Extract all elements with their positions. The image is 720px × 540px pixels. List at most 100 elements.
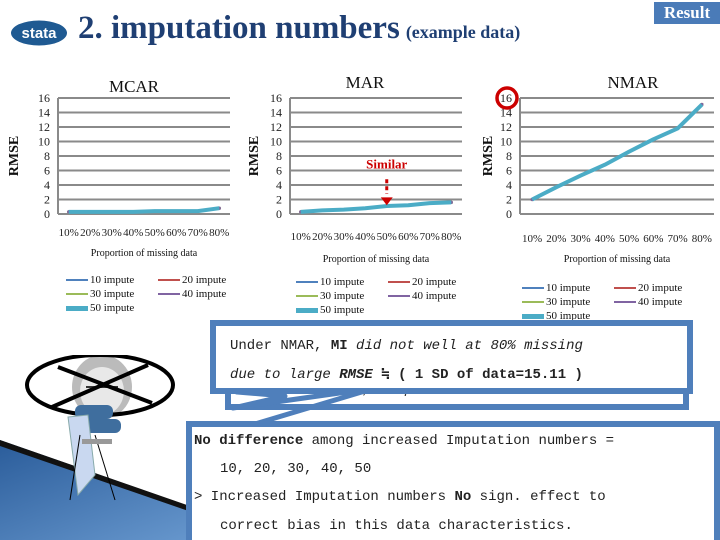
legend-item: 30 impute [66,288,134,300]
legend-item: 50 impute [66,302,134,314]
x-tick-label: 50% [145,227,165,239]
x-tick-label: 30% [102,227,122,239]
x-tick-label: 70% [420,231,440,243]
y-tick-label: 4 [276,178,282,192]
title-main: 2. imputation numbers [78,10,400,46]
y-tick-label: 0 [44,207,50,221]
legend-label: 40 impute [638,296,683,308]
legend-swatch [66,279,88,282]
x-tick-label: 60% [643,233,663,245]
x-axis-label: Proportion of missing data [323,254,430,265]
y-tick-label: 0 [506,207,512,221]
legend-swatch [522,313,544,319]
legend-swatch [66,305,88,311]
y-tick-label: 10 [38,135,50,149]
x-axis-label: Proportion of missing data [564,254,671,265]
x-tick-label: 20% [80,227,100,239]
y-tick-label: 10 [270,135,282,149]
legend-swatch [296,307,318,313]
result-badge: Result [654,2,720,24]
y-tick-label: 4 [44,178,50,192]
chart-title: NMAR [607,73,659,92]
legend-label: 50 impute [320,304,365,316]
legend-label: 20 impute [638,282,683,294]
y-axis-label: RMSE [247,136,262,176]
x-tick-label: 10% [522,233,542,245]
x-tick-label: 60% [166,227,186,239]
y-tick-label: 2 [276,193,282,207]
x-tick-label: 10% [59,227,79,239]
legend-label: 40 impute [182,288,227,300]
stata-logo: stata [11,20,67,46]
y-tick-label: 16 [38,91,50,105]
y-tick-label: 14 [38,106,50,120]
legend-swatch [388,281,410,284]
legend-label: 10 impute [320,276,365,288]
legend-mar: 10 impute 20 impute 30 impute 40 impute 50 i… [296,276,476,316]
title-subtitle: (example data) [405,22,521,42]
y-tick-label: 8 [44,149,50,163]
series-line [68,206,220,214]
legend-label: 30 impute [90,288,135,300]
x-tick-label: 60% [398,231,418,243]
legend-item: 20 impute [614,282,682,294]
legend-swatch [296,281,318,284]
legend-item: 30 impute [296,290,364,302]
x-tick-label: 70% [668,233,688,245]
legend-mcar: 10 impute 20 impute 30 impute 40 impute 50 i… [66,274,246,314]
legend-swatch [296,295,318,298]
callout-conclusion: No difference among increased Imputation… [186,421,720,540]
legend-label: 10 impute [546,282,591,294]
conclusion-line3: > Increased Imputation numbers No sign. … [194,489,606,505]
legend-item: 10 impute [66,274,134,286]
y-tick-label: 2 [506,193,512,207]
x-tick-label: 70% [188,227,208,239]
legend-label: 10 impute [90,274,135,286]
legend-item: 20 impute [388,276,456,288]
x-tick-label: 20% [312,231,332,243]
y-tick-label: 10 [500,135,512,149]
y-tick-label: 8 [276,149,282,163]
legend-swatch [158,279,180,282]
y-tick-label: 6 [276,164,282,178]
y-tick-label: 12 [38,120,50,134]
annotation-similar: Similar [366,156,407,171]
y-tick-label: 16 [270,91,282,105]
conclusion-line1: No difference among increased Imputation… [194,433,615,449]
x-tick-label: 80% [209,227,229,239]
series-line [300,200,452,214]
callout-nmar-line2: due to large RMSE ≒ ( 1 SD of data=15.11… [230,367,583,383]
legend-item: 40 impute [158,288,226,300]
x-tick-label: 20% [546,233,566,245]
legend-item: 20 impute [158,274,226,286]
chart-title: MCAR [109,77,160,96]
x-tick-label: 50% [377,231,397,243]
x-axis-label: Proportion of missing data [91,248,198,259]
x-tick-label: 80% [692,233,712,245]
legend-label: 40 impute [412,290,457,302]
callout-nmar-line1: Under NMAR, MI did not well at 80% missi… [230,338,583,354]
legend-item: 30 impute [522,296,590,308]
y-tick-label: 12 [500,120,512,134]
x-tick-label: 30% [571,233,591,245]
svg-text:stata: stata [21,25,57,42]
legend-item: 40 impute [388,290,456,302]
y-tick-label: 14 [270,106,282,120]
legend-label: 20 impute [182,274,227,286]
y-tick-label: 8 [506,149,512,163]
legend-item: 10 impute [522,282,590,294]
legend-swatch [614,301,636,304]
legend-label: 30 impute [546,296,591,308]
legend-nmar: 10 impute 20 impute 30 impute 40 impute 50 i… [522,282,702,322]
x-tick-label: 10% [291,231,311,243]
legend-swatch [388,295,410,298]
chart-mar: MAR 0246810121416 10% 20% 30% 40% 50% 60% 70% 80%… [247,73,462,265]
legend-label: 30 impute [320,290,365,302]
y-tick-label: 2 [44,193,50,207]
y-tick-label: 16 [500,91,512,105]
legend-item: 10 impute [296,276,364,288]
legend-swatch [522,287,544,290]
legend-swatch [522,301,544,304]
legend-label: 20 impute [412,276,457,288]
crossed-out-person-illustration [25,355,175,501]
